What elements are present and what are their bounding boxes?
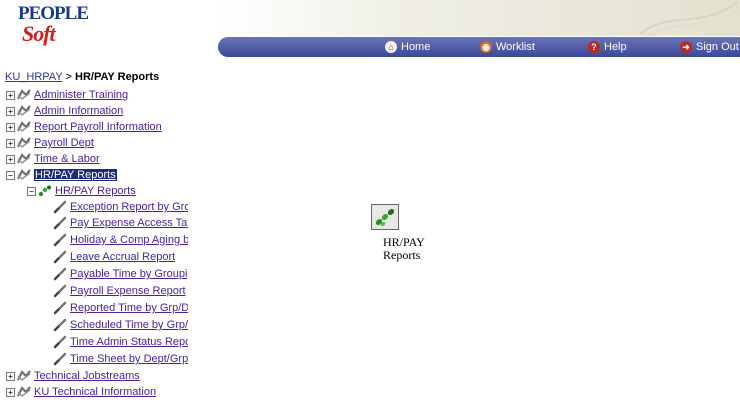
home-icon: ⌂ — [385, 41, 397, 53]
folder-icon — [17, 105, 31, 116]
tree-item-label[interactable]: Payroll Dept — [34, 137, 94, 149]
report-item[interactable]: Pay Expense Access Tal — [53, 215, 188, 231]
report-item[interactable]: Exception Report by Gro — [53, 199, 188, 215]
tree-item-ku-technical-information[interactable]: + KU Technical Information — [6, 384, 156, 400]
help-icon: ? — [588, 41, 600, 53]
nav-help-label: Help — [604, 41, 627, 53]
breadcrumb-separator: > — [65, 71, 72, 83]
report-icon — [53, 284, 67, 298]
hr-pay-reports-folder-icon[interactable] — [371, 204, 399, 230]
nav-worklist-label: Worklist — [496, 41, 535, 53]
folder-icon — [17, 169, 31, 180]
expand-icon[interactable]: + — [6, 90, 15, 100]
tree-item-label[interactable]: Time & Labor — [34, 153, 100, 165]
report-item[interactable]: Time Sheet by Dept/Grp/ — [53, 351, 188, 367]
nav-help[interactable]: ? Help — [588, 37, 627, 57]
expand-icon[interactable]: + — [6, 371, 15, 381]
folder-icon — [17, 89, 31, 100]
worklist-icon: ◉ — [480, 41, 492, 53]
tree-item-admin-information[interactable]: + Admin Information — [6, 103, 123, 119]
tree-item-label[interactable]: Admin Information — [34, 105, 123, 117]
expand-icon[interactable]: + — [6, 106, 15, 116]
logo-area: PEOPLE Soft — [0, 0, 218, 56]
report-link[interactable]: Exception Report by Gro — [70, 201, 188, 213]
report-link[interactable]: Time Sheet by Dept/Grp/ — [70, 353, 188, 365]
hr-pay-reports-icon-label[interactable]: HR/PAY Reports — [383, 236, 425, 262]
nav-home-label: Home — [401, 41, 431, 53]
report-link[interactable]: Holiday & Comp Aging b — [70, 234, 188, 246]
report-link[interactable]: Leave Accrual Report — [70, 251, 175, 263]
peoplesoft-logo: PEOPLE Soft — [18, 4, 89, 48]
top-nav-bar: ⌂ Home ◉ Worklist ? Help ➜ Sign Out — [218, 37, 740, 57]
tree-item-report-payroll-information[interactable]: + Report Payroll Information — [6, 119, 162, 135]
breadcrumb-current: HR/PAY Reports — [75, 71, 160, 83]
folder-icon — [17, 370, 31, 381]
sign-out-icon: ➜ — [680, 41, 692, 53]
report-icon — [53, 267, 67, 281]
collapse-icon[interactable]: − — [6, 170, 15, 180]
breadcrumb: KU_HRPAY > HR/PAY Reports — [5, 71, 159, 83]
expand-icon[interactable]: + — [6, 138, 15, 148]
report-link[interactable]: Payable Time by Groupi — [70, 268, 187, 280]
report-icon — [53, 216, 67, 230]
report-item[interactable]: Holiday & Comp Aging b — [53, 232, 188, 248]
folder-icon — [17, 121, 31, 132]
tree-item-time-labor[interactable]: + Time & Labor — [6, 151, 100, 167]
tree-subfolder-hr-pay-reports[interactable]: − HR/PAY Reports — [27, 183, 136, 199]
green-folder-icon — [38, 185, 51, 197]
report-icon — [53, 335, 67, 349]
report-link[interactable]: Reported Time by Grp/D — [70, 302, 188, 314]
report-link[interactable]: Scheduled Time by Grp/ — [70, 319, 188, 331]
collapse-icon[interactable]: − — [27, 186, 36, 196]
folder-icon — [17, 137, 31, 148]
breadcrumb-parent-link[interactable]: KU_HRPAY — [5, 71, 62, 83]
report-item[interactable]: Reported Time by Grp/D — [53, 300, 188, 316]
report-item[interactable]: Leave Accrual Report — [53, 249, 175, 265]
tree-item-label[interactable]: Technical Jobstreams — [34, 370, 140, 382]
expand-icon[interactable]: + — [6, 387, 15, 397]
report-item[interactable]: Payable Time by Groupi — [53, 266, 187, 282]
expand-icon[interactable]: + — [6, 122, 15, 132]
tree-item-label-selected[interactable]: HR/PAY Reports — [34, 169, 117, 181]
banner-decoration — [639, 1, 740, 36]
report-icon — [53, 352, 67, 366]
report-icon — [53, 200, 67, 214]
report-icon — [53, 233, 67, 247]
tree-item-payroll-dept[interactable]: + Payroll Dept — [6, 135, 94, 151]
nav-home[interactable]: ⌂ Home — [385, 37, 430, 57]
tree-item-hr-pay-reports[interactable]: − HR/PAY Reports — [6, 167, 117, 183]
report-icon — [53, 301, 67, 315]
icon-label-line2: Reports — [383, 248, 421, 262]
report-icon — [53, 250, 67, 264]
report-item[interactable]: Payroll Expense Report — [53, 283, 186, 299]
report-icon — [53, 318, 67, 332]
report-link[interactable]: Pay Expense Access Tal — [70, 217, 188, 229]
tree-item-technical-jobstreams[interactable]: + Technical Jobstreams — [6, 368, 140, 384]
tree-item-label[interactable]: HR/PAY Reports — [55, 185, 136, 197]
tree-item-administer-training[interactable]: + Administer Training — [6, 87, 128, 103]
tree-item-label[interactable]: KU Technical Information — [34, 386, 156, 398]
nav-sign-out[interactable]: ➜ Sign Out — [680, 37, 739, 57]
folder-icon — [17, 386, 31, 397]
report-link[interactable]: Payroll Expense Report — [70, 285, 186, 297]
tree-item-label[interactable]: Administer Training — [34, 89, 128, 101]
report-item[interactable]: Scheduled Time by Grp/ — [53, 317, 188, 333]
tree-item-label[interactable]: Report Payroll Information — [34, 121, 162, 133]
report-item[interactable]: Time Admin Status Repo — [53, 334, 188, 350]
logo-bottom-text: Soft — [22, 21, 56, 46]
report-link[interactable]: Time Admin Status Repo — [70, 336, 188, 348]
nav-worklist[interactable]: ◉ Worklist — [480, 37, 535, 57]
nav-sign-out-label: Sign Out — [696, 41, 739, 53]
expand-icon[interactable]: + — [6, 154, 15, 164]
folder-icon — [17, 153, 31, 164]
